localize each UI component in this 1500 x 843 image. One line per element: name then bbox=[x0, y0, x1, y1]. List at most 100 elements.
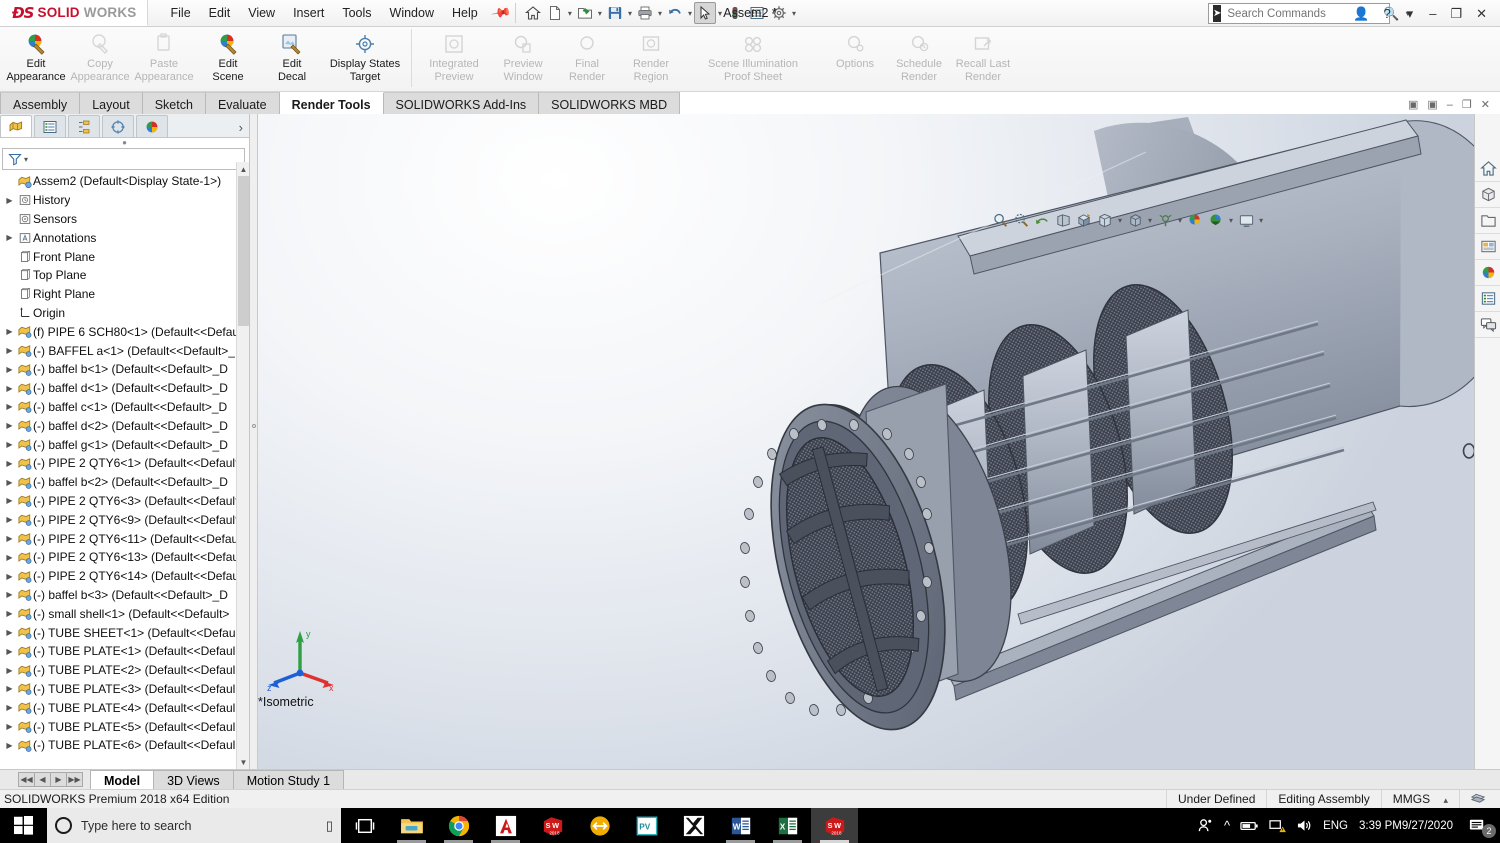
windows-search-box[interactable]: Type here to search ▯ bbox=[47, 808, 341, 843]
feature-manager-tab[interactable] bbox=[0, 115, 32, 137]
tree-item[interactable]: ▶ (-) baffel g<1> (Default<<Default>_D bbox=[0, 435, 249, 454]
menu-window[interactable]: Window bbox=[381, 2, 443, 24]
edit-appearance-button[interactable]: Edit Appearance bbox=[4, 27, 68, 83]
tree-item[interactable]: ▶ (-) TUBE PLATE<1> (Default<<Defaul bbox=[0, 642, 249, 661]
graphics-area[interactable]: ▾ ▾ ▾ ▾ ▾ y x z *Isometric bbox=[258, 114, 1500, 769]
edit-decal-button[interactable]: Edit Decal bbox=[260, 27, 324, 83]
options-list-icon[interactable] bbox=[746, 2, 768, 24]
menu-file[interactable]: File bbox=[162, 2, 200, 24]
tree-item[interactable]: ▶ (-) TUBE PLATE<3> (Default<<Defaul bbox=[0, 680, 249, 699]
edit-scene-button[interactable]: Edit Scene bbox=[196, 27, 260, 83]
tree-item-expander[interactable]: ▶ bbox=[3, 196, 16, 205]
splitter-handle[interactable] bbox=[252, 424, 256, 428]
tree-item[interactable]: Front Plane bbox=[0, 247, 249, 266]
display-manager-tab[interactable] bbox=[136, 115, 168, 137]
zoom-to-fit-icon[interactable] bbox=[990, 210, 1010, 230]
tree-item-expander[interactable]: ▶ bbox=[3, 666, 16, 675]
tree-item-expander[interactable]: ▶ bbox=[3, 515, 16, 524]
tree-item[interactable]: ▶ (-) baffel d<2> (Default<<Default>_D bbox=[0, 416, 249, 435]
scroll-down-arrow[interactable]: ▼ bbox=[237, 755, 250, 769]
restore-button[interactable]: ❐ bbox=[1443, 3, 1469, 25]
action-center-icon[interactable]: 2 bbox=[1463, 808, 1500, 843]
tree-item-expander[interactable]: ▶ bbox=[3, 365, 16, 374]
zoom-to-area-icon[interactable] bbox=[1011, 210, 1031, 230]
view-settings-dropdown[interactable]: ▾ bbox=[1229, 216, 1233, 225]
feature-tree-scrollbar[interactable]: ▲ ▼ bbox=[236, 162, 249, 769]
settings-gear-icon[interactable] bbox=[768, 2, 790, 24]
solidworks-2018-icon[interactable]: S W 2018 bbox=[529, 808, 576, 843]
configuration-manager-tab[interactable] bbox=[68, 115, 100, 137]
taskbar-clock[interactable]: 3:39 PM 9/27/2020 bbox=[1353, 808, 1463, 843]
settings-dropdown[interactable]: ▾ bbox=[792, 9, 796, 18]
menu-insert[interactable]: Insert bbox=[284, 2, 333, 24]
tree-item[interactable]: ▶ History bbox=[0, 191, 249, 210]
orientation-triad[interactable]: y x z bbox=[266, 621, 336, 691]
tree-item-expander[interactable]: ▶ bbox=[3, 572, 16, 581]
appearance-dropdown[interactable]: ▾ bbox=[1178, 216, 1182, 225]
tab-assembly[interactable]: Assembly bbox=[0, 92, 81, 114]
tree-item-expander[interactable]: ▶ bbox=[3, 741, 16, 750]
tree-tabs-overflow[interactable]: › bbox=[233, 118, 249, 137]
print-dropdown[interactable]: ▾ bbox=[658, 9, 662, 18]
tab-first-button[interactable]: ◀◀ bbox=[18, 772, 35, 787]
scrollbar-thumb[interactable] bbox=[238, 176, 249, 326]
tree-item-expander[interactable]: ▶ bbox=[3, 440, 16, 449]
volume-icon[interactable] bbox=[1291, 808, 1318, 843]
tree-item-expander[interactable]: ▶ bbox=[3, 647, 16, 656]
tab-next-button[interactable]: ▶ bbox=[50, 772, 67, 787]
property-manager-tab[interactable] bbox=[34, 115, 66, 137]
language-indicator[interactable]: ENG bbox=[1318, 808, 1353, 843]
tree-item-expander[interactable]: ▶ bbox=[3, 402, 16, 411]
minimize-button[interactable]: – bbox=[1422, 3, 1443, 24]
pin-icon[interactable]: 📌 bbox=[490, 2, 512, 24]
display-style-dropdown[interactable]: ▾ bbox=[1118, 216, 1122, 225]
tree-item[interactable]: ▶ (-) TUBE PLATE<2> (Default<<Defaul bbox=[0, 661, 249, 680]
network-warning-icon[interactable] bbox=[1264, 808, 1291, 843]
tree-item-expander[interactable]: ▶ bbox=[3, 346, 16, 355]
tab-sketch[interactable]: Sketch bbox=[142, 92, 206, 114]
sw-resources-home-icon[interactable] bbox=[1475, 156, 1500, 182]
help-dropdown[interactable]: ▾ bbox=[1400, 3, 1421, 25]
doc-minimize-button[interactable]: – bbox=[1445, 99, 1455, 111]
pv-icon[interactable]: PV bbox=[623, 808, 670, 843]
people-icon[interactable] bbox=[1192, 808, 1219, 843]
tab-layout[interactable]: Layout bbox=[80, 92, 143, 114]
any-video-converter-icon[interactable] bbox=[576, 808, 623, 843]
print-icon[interactable] bbox=[634, 2, 656, 24]
doc-close-button[interactable]: ✕ bbox=[1479, 98, 1492, 111]
tab-last-button[interactable]: ▶▶ bbox=[66, 772, 83, 787]
tree-item[interactable]: ▶ (-) PIPE 2 QTY6<11> (Default<<Defau bbox=[0, 529, 249, 548]
tree-root-assem2[interactable]: Assem2 (Default<Display State-1>) bbox=[0, 172, 249, 191]
microsoft-excel-icon[interactable]: X bbox=[764, 808, 811, 843]
help-button[interactable]: ? bbox=[1376, 3, 1397, 24]
tree-item[interactable]: ▶ (-) PIPE 2 QTY6<3> (Default<<Default bbox=[0, 492, 249, 511]
save-icon[interactable] bbox=[604, 2, 626, 24]
viewport-layout-icon[interactable] bbox=[1236, 210, 1256, 230]
microsoft-word-icon[interactable]: W bbox=[717, 808, 764, 843]
overlay-icon[interactable] bbox=[1459, 789, 1500, 809]
tree-item-expander[interactable]: ▶ bbox=[3, 459, 16, 468]
filter-dropdown[interactable]: ▾ bbox=[24, 155, 28, 164]
tree-item[interactable]: Right Plane bbox=[0, 285, 249, 304]
feature-tree-filter[interactable]: ▾ bbox=[2, 148, 245, 170]
tree-item[interactable]: ▶ (-) baffel b<1> (Default<<Default>_D bbox=[0, 360, 249, 379]
scroll-up-arrow[interactable]: ▲ bbox=[237, 162, 250, 176]
tree-item[interactable]: ▶ (-) baffel c<1> (Default<<Default>_D bbox=[0, 398, 249, 417]
home-icon[interactable] bbox=[522, 2, 544, 24]
design-library-icon[interactable] bbox=[1475, 182, 1500, 208]
xmind-icon[interactable] bbox=[670, 808, 717, 843]
file-explorer-icon[interactable] bbox=[388, 808, 435, 843]
tree-item-expander[interactable]: ▶ bbox=[3, 233, 16, 242]
select-dropdown[interactable]: ▾ bbox=[718, 9, 722, 18]
file-explorer-icon[interactable] bbox=[1475, 208, 1500, 234]
display-states-target-button[interactable]: Display States Target bbox=[324, 27, 406, 83]
tree-item[interactable]: ▶ (-) BAFFEL a<1> (Default<<Default>_ bbox=[0, 341, 249, 360]
tree-panel-grip[interactable]: ● bbox=[0, 138, 249, 147]
tab-model[interactable]: Model bbox=[90, 770, 155, 789]
open-dropdown[interactable]: ▾ bbox=[598, 9, 602, 18]
tab-render-tools[interactable]: Render Tools bbox=[279, 92, 384, 114]
battery-icon[interactable] bbox=[1235, 808, 1264, 843]
tree-item-expander[interactable]: ▶ bbox=[3, 421, 16, 430]
tree-item[interactable]: ▶ (-) TUBE SHEET<1> (Default<<Defaul bbox=[0, 623, 249, 642]
close-button[interactable]: ✕ bbox=[1469, 3, 1494, 25]
